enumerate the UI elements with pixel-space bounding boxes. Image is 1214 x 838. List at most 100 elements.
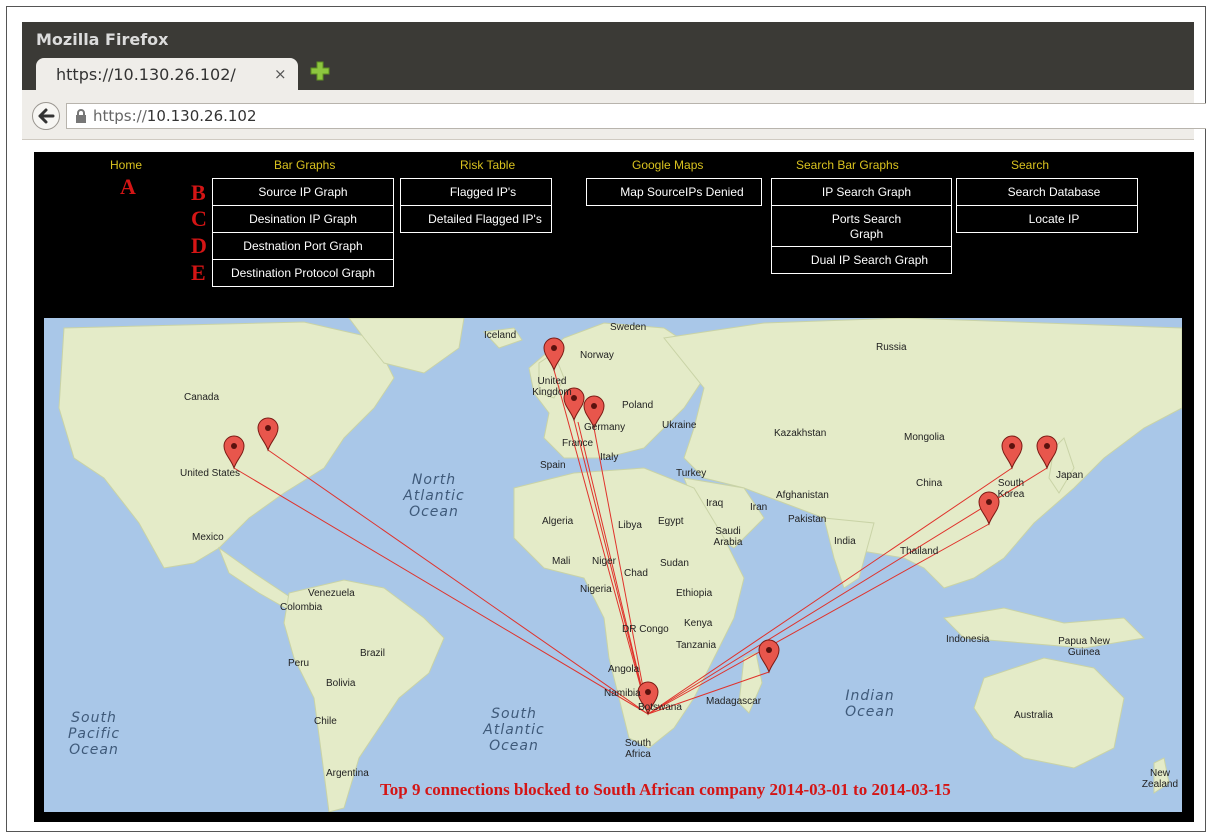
map-label-brazil: Brazil (360, 648, 386, 659)
map-label-canada: Canada (184, 392, 220, 403)
url-bar[interactable]: https://10.130.26.102 (66, 103, 1206, 129)
map-label-kazakhstan: Kazakhstan (774, 428, 827, 439)
map-label-thailand: Thailand (900, 546, 939, 557)
map-label-colombia: Colombia (280, 602, 323, 613)
menu-item-label: IP Search Graph (821, 185, 912, 199)
destination-ip-graph-button[interactable]: Desination IP Graph (212, 205, 394, 233)
map-label-italy: Italy (600, 452, 619, 463)
map-label-norway: Norway (580, 350, 614, 361)
ocean-label-south-atlantic: South Atlantic Ocean (483, 706, 545, 754)
url-text: https://10.130.26.102 (93, 107, 257, 125)
dual-ip-search-graph-button[interactable]: Dual IP Search Graph (771, 246, 952, 274)
detailed-flagged-ips-button[interactable]: Detailed Flagged IP's (400, 205, 552, 233)
map-label-tanzania: Tanzania (676, 640, 717, 651)
menu-item-label: Destnation Port Graph (243, 239, 363, 253)
marker-mauritius[interactable] (758, 639, 780, 674)
lock-icon (76, 109, 86, 123)
map-label-iceland: Iceland (484, 330, 517, 341)
destination-port-graph-button[interactable]: Destnation Port Graph (212, 232, 394, 260)
map-label-chile: Chile (314, 716, 337, 727)
menu-header-home[interactable]: Home (110, 158, 142, 172)
tab-strip: https://10.130.26.102/ × (22, 54, 1194, 90)
map-label-south-korea: South Korea (997, 478, 1025, 500)
menu-header-risk-table: Risk Table (460, 158, 516, 172)
annotation-letter: C (191, 206, 207, 231)
map-label-angola: Angola (608, 664, 640, 675)
flagged-ips-button[interactable]: Flagged IP's (400, 178, 552, 206)
map-label-argentina: Argentina (326, 768, 369, 779)
menu-item-label: Source IP Graph (258, 185, 348, 199)
url-scheme: https:// (93, 107, 147, 125)
window-titlebar: Mozilla Firefox (22, 22, 1194, 54)
search-database-button[interactable]: Search Database (956, 178, 1138, 206)
map-label-papua-new-guinea: Papua New Guinea (1058, 636, 1110, 658)
back-button[interactable] (32, 102, 60, 130)
map-label-japan: Japan (1056, 470, 1084, 481)
map-label-algeria: Algeria (542, 516, 574, 527)
ip-search-graph-button[interactable]: IP Search Graph (771, 178, 952, 206)
menu-header-google-maps: Google Maps (632, 158, 704, 172)
menu-header-search-bar-graphs: Search Bar Graphs (796, 158, 899, 172)
menu-header-search: Search (1011, 158, 1050, 172)
menu-item-label: Desination IP Graph (249, 212, 357, 226)
marker-south-korea[interactable] (1001, 435, 1023, 470)
map-label-turkey: Turkey (676, 468, 707, 479)
navigation-toolbar: https://10.130.26.102 (22, 90, 1206, 140)
annotation-letter: D (191, 233, 207, 258)
arrow-left-icon (38, 108, 55, 124)
google-map[interactable]: Iceland Sweden Norway Russia Canada Unit… (44, 318, 1182, 812)
menu-item-label: Detailed Flagged IP's (428, 212, 542, 226)
map-label-niger: Niger (592, 556, 616, 567)
window-title: Mozilla Firefox (36, 30, 169, 49)
annotation-letter: A (120, 174, 136, 199)
menu-item-label: Dual IP Search Graph (810, 253, 929, 267)
map-caption: Top 9 connections blocked to South Afric… (380, 780, 951, 799)
source-ip-graph-button[interactable]: Source IP Graph (212, 178, 394, 206)
map-label-ethiopia: Ethiopia (676, 588, 713, 599)
browser-tab[interactable]: https://10.130.26.102/ × (36, 58, 298, 90)
map-label-botswana: Botswana (638, 702, 682, 713)
marker-japan[interactable] (1036, 435, 1058, 470)
map-label-afghanistan: Afghanistan (776, 490, 829, 501)
map-label-ukraine: Ukraine (662, 420, 697, 431)
map-label-venezuela: Venezuela (308, 588, 355, 599)
map-label-united-kingdom: United Kingdom (532, 376, 572, 398)
destination-protocol-graph-button[interactable]: Destination Protocol Graph (212, 259, 394, 287)
map-label-mexico: Mexico (192, 532, 224, 543)
map-label-mali: Mali (552, 556, 571, 567)
map-label-egypt: Egypt (658, 516, 684, 527)
ports-search-graph-button[interactable]: Ports Search Graph (771, 205, 952, 247)
ocean-label-indian: Indian Ocean (845, 688, 895, 720)
map-label-dr-congo: DR Congo (622, 624, 669, 635)
menu-item-label: Ports Search Graph (831, 212, 902, 241)
locate-ip-button[interactable]: Locate IP (956, 205, 1138, 233)
map-label-spain: Spain (540, 460, 566, 471)
map-label-france: France (562, 438, 594, 449)
close-tab-icon[interactable]: × (274, 65, 287, 83)
menu-item-label: Map SourceIPs Denied (620, 185, 744, 199)
url-host: 10.130.26.102 (146, 107, 257, 125)
map-label-nigeria: Nigeria (580, 584, 612, 595)
annotation-letter: E (191, 260, 206, 285)
map-label-chad: Chad (624, 568, 648, 579)
new-tab-icon[interactable] (310, 61, 330, 81)
map-label-kenya: Kenya (684, 618, 713, 629)
map-source-ips-denied-button[interactable]: Map SourceIPs Denied (586, 178, 762, 206)
map-label-russia: Russia (876, 342, 907, 353)
map-label-india: India (834, 536, 856, 547)
menu-header-bar-graphs: Bar Graphs (274, 158, 336, 172)
map-label-saudi-arabia: Saudi Arabia (713, 526, 743, 548)
marker-united-states[interactable] (223, 435, 245, 470)
marker-united-kingdom[interactable] (543, 337, 565, 372)
map-label-iraq: Iraq (706, 498, 724, 509)
menu-item-label: Flagged IP's (449, 185, 517, 199)
page-content: Home A Bar Graphs B Source IP Graph C De… (34, 152, 1194, 822)
annotation-letter: B (191, 180, 206, 205)
map-label-germany: Germany (584, 422, 626, 433)
ocean-label-north-atlantic: North Atlantic Ocean (403, 472, 465, 520)
map-label-sweden: Sweden (610, 322, 647, 333)
map-label-australia: Australia (1014, 710, 1053, 721)
marker-united-states[interactable] (257, 417, 279, 452)
map-label-namibia: Namibia (604, 688, 641, 699)
menu-item-label: Locate IP (1028, 212, 1080, 226)
